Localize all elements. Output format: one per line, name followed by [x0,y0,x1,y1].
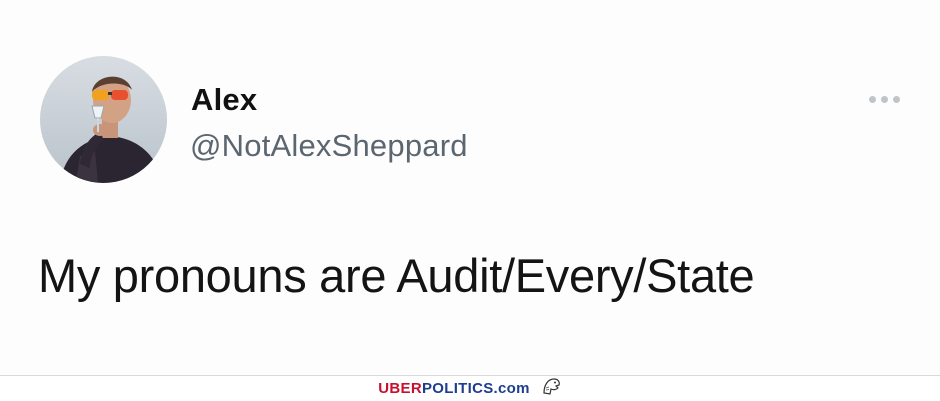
eagle-icon [540,375,562,401]
watermark-brand-part2: POLITICS.com [421,380,530,397]
more-horizontal-icon [880,95,888,103]
tweet-card: Alex @NotAlexSheppard My pronouns are Au… [0,0,940,376]
watermark: UBERPOLITICS.com [0,376,940,401]
user-handle[interactable]: @NotAlexSheppard [190,128,468,164]
more-horizontal-icon [868,95,876,103]
profile-photo [40,56,167,183]
more-options-button[interactable] [862,88,906,110]
watermark-brand: UBERPOLITICS.com [378,380,529,397]
display-name[interactable]: Alex [191,82,257,118]
tweet-text: My pronouns are Audit/Every/State [38,249,755,302]
more-horizontal-icon [892,95,900,103]
avatar[interactable] [40,56,167,183]
watermark-brand-part1: UBER [378,380,422,397]
screenshot-frame: Alex @NotAlexSheppard My pronouns are Au… [0,0,940,401]
